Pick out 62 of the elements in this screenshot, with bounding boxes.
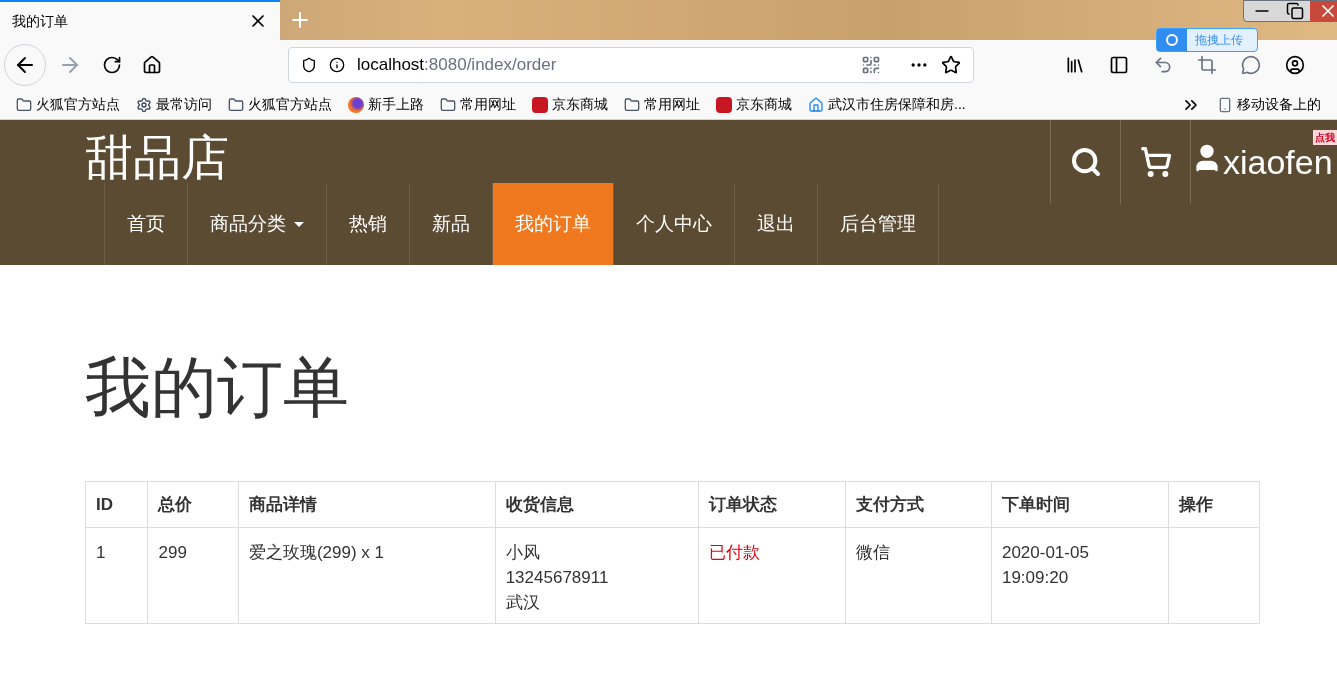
table-cell: 已付款 — [698, 527, 846, 624]
qr-code-icon[interactable] — [861, 55, 881, 75]
bookmark-item[interactable]: 最常访问 — [136, 94, 212, 115]
column-header: 收货信息 — [495, 481, 699, 528]
address-bar[interactable]: localhost:8080/index/order — [288, 47, 974, 83]
nav-item[interactable]: 首页 — [104, 183, 187, 265]
square-logo-icon — [532, 96, 548, 113]
column-header: 总价 — [148, 481, 239, 528]
crop-icon[interactable] — [1197, 55, 1217, 75]
table-cell: 1 — [85, 527, 148, 624]
site-brand[interactable]: 甜品店 — [85, 126, 229, 183]
column-header: 订单状态 — [698, 481, 846, 528]
nav-item[interactable]: 后台管理 — [817, 183, 938, 265]
library-icon[interactable] — [1065, 55, 1085, 75]
bookmark-item[interactable]: 武汉市住房保障和房... — [808, 94, 966, 115]
browser-tab[interactable]: 我的订单 — [0, 0, 280, 40]
column-header: 操作 — [1169, 481, 1260, 528]
home-icon[interactable] — [142, 55, 162, 75]
gear-icon — [136, 96, 152, 113]
folder-icon — [16, 96, 32, 113]
column-header: 下单时间 — [991, 481, 1169, 528]
bookmark-item[interactable]: 京东商城 — [716, 94, 792, 115]
table-cell: 爱之玫瑰(299) x 1 — [238, 527, 496, 624]
undo-icon[interactable] — [1153, 55, 1173, 75]
folder-icon — [228, 96, 244, 113]
reload-icon[interactable] — [102, 55, 122, 75]
bookmark-item[interactable]: 京东商城 — [532, 94, 608, 115]
close-window-icon[interactable] — [1310, 1, 1337, 21]
shield-icon — [301, 57, 317, 73]
nav-item[interactable]: 个人中心 — [613, 183, 734, 265]
sticker[interactable]: 点我 — [1313, 130, 1337, 145]
bookmark-item[interactable]: 火狐官方站点 — [228, 94, 332, 115]
info-icon — [329, 57, 345, 73]
bookmark-item[interactable]: 移动设备上的 — [1217, 94, 1321, 115]
folder-icon — [440, 96, 456, 113]
nav-item[interactable]: 热销 — [326, 183, 409, 265]
table-cell: 小风 13245678911 武汉 — [495, 527, 699, 624]
column-header: 支付方式 — [845, 481, 992, 528]
nav-item[interactable]: 商品分类 — [187, 183, 326, 265]
bookmark-item[interactable]: 常用网址 — [624, 94, 700, 115]
folder-icon — [624, 96, 640, 113]
table-cell: 2020-01-05 19:09:20 — [991, 527, 1169, 624]
star-icon[interactable] — [941, 55, 961, 75]
column-header: ID — [85, 481, 148, 528]
square-logo-icon — [716, 96, 732, 113]
nav-item[interactable]: 退出 — [734, 183, 817, 265]
table-cell: 299 — [148, 527, 239, 624]
cart-icon — [1139, 146, 1172, 178]
phone-icon — [1217, 96, 1233, 113]
table-cell: 微信 — [845, 527, 992, 624]
bookmark-item[interactable]: 火狐官方站点 — [16, 94, 120, 115]
column-header: 商品详情 — [238, 481, 496, 528]
globe-icon — [348, 96, 364, 113]
bookmark-item[interactable]: 常用网址 — [440, 94, 516, 115]
search-icon — [1069, 146, 1102, 178]
speech-bubble-icon[interactable] — [1241, 55, 1261, 75]
account-icon[interactable] — [1285, 55, 1305, 75]
bookmark-item[interactable]: 新手上路 — [348, 94, 424, 115]
page-title: 我的订单 — [85, 349, 350, 426]
sidebar-icon[interactable] — [1109, 55, 1129, 75]
house-icon — [808, 96, 824, 113]
caret-icon — [294, 221, 304, 227]
